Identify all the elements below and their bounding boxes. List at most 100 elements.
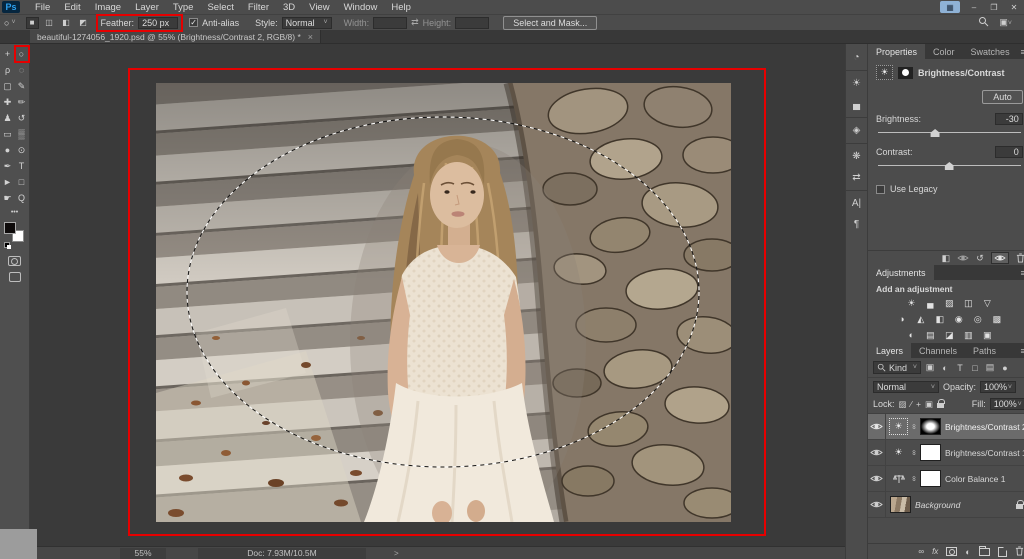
adj-levels-icon[interactable]: ▄ [924, 297, 937, 309]
adj-invert-icon[interactable]: ◐ [905, 329, 918, 341]
lock-all-icon[interactable] [937, 403, 944, 408]
adj-threshold-icon[interactable]: ◪ [943, 329, 956, 341]
adj-color-lookup-icon[interactable]: ▩ [990, 313, 1003, 325]
move-tool[interactable]: + [1, 46, 15, 62]
adj-channel-mixer-icon[interactable]: ◎ [971, 313, 984, 325]
tool-preset-dropdown[interactable]: ○˅ [4, 18, 16, 28]
adj-black-white-icon[interactable]: ◧ [933, 313, 946, 325]
lasso-tool[interactable]: ρ [1, 62, 15, 78]
add-to-selection-mode-button[interactable]: ◫ [43, 17, 56, 29]
layer-style-fx-icon[interactable]: fx [932, 547, 938, 556]
lock-artboard-icon[interactable]: ▣ [925, 399, 933, 410]
filter-toggle-icon[interactable]: ● [999, 363, 1011, 373]
restore-button[interactable]: ❐ [984, 0, 1004, 14]
brush-tool[interactable]: ✏ [15, 94, 29, 110]
adjustments-panel-icon[interactable]: ☀ [846, 73, 867, 94]
clone-stamp-tool[interactable]: ♟ [1, 110, 15, 126]
adj-hue-saturation-icon[interactable]: ◑ [895, 313, 908, 325]
new-adjustment-layer-icon[interactable]: ◐ [965, 547, 970, 557]
search-icon[interactable] [978, 16, 989, 29]
anti-alias-checkbox[interactable] [189, 18, 198, 27]
delete-adjustment-trash-icon[interactable] [1016, 253, 1024, 263]
dodge-tool[interactable]: ⊙ [15, 142, 29, 158]
panel-menu-icon[interactable]: ≡ [1020, 265, 1024, 280]
quick-selection-tool[interactable]: ◌ [15, 62, 29, 78]
use-legacy-checkbox[interactable] [876, 185, 885, 194]
tab-paths[interactable]: Paths [965, 343, 1004, 358]
layer-mask-thumbnail[interactable] [920, 418, 941, 435]
layer-name[interactable]: Brightness/Contrast 1 [945, 448, 1024, 458]
panel-menu-icon[interactable]: ≡ [1020, 44, 1024, 59]
screen-mode-button[interactable] [9, 272, 21, 282]
menu-edit[interactable]: Edit [57, 2, 87, 13]
tab-adjustments[interactable]: Adjustments [868, 265, 934, 280]
blur-tool[interactable]: ● [1, 142, 15, 158]
new-selection-mode-button[interactable]: ■ [26, 17, 39, 29]
adj-posterize-icon[interactable]: ▤ [924, 329, 937, 341]
layer-row-background[interactable]: Background [868, 492, 1024, 518]
layer-row-brightness-contrast-2[interactable]: ☀ ∞ Brightness/Contrast 2 [868, 414, 1024, 440]
adj-gradient-map-icon[interactable]: ▥ [962, 329, 975, 341]
adj-selective-color-icon[interactable]: ▣ [981, 329, 994, 341]
tab-layers[interactable]: Layers [868, 343, 911, 358]
filter-adjustment-layers-icon[interactable]: ◐ [939, 363, 951, 373]
elliptical-marquee-tool[interactable]: ○ [15, 46, 29, 62]
workspace-switcher-icon[interactable]: ▣˅ [999, 17, 1012, 28]
brightness-contrast-layer-icon[interactable]: ☀ [890, 419, 907, 434]
previous-state-icon[interactable] [957, 254, 969, 262]
menu-view[interactable]: View [302, 2, 336, 13]
add-layer-mask-icon[interactable] [946, 547, 957, 556]
layer-visibility-eye-icon[interactable] [868, 466, 886, 491]
zoom-level-field[interactable]: 55% [120, 548, 166, 559]
filter-type-layers-icon[interactable]: T [954, 363, 966, 373]
panel-menu-icon[interactable]: ≡ [1020, 343, 1024, 358]
lock-transparency-icon[interactable]: ▨ [899, 399, 907, 410]
glyphs-panel-icon[interactable]: ❋ [846, 146, 867, 167]
layer-row-brightness-contrast-1[interactable]: ☀ ∞ Brightness/Contrast 1 [868, 440, 1024, 466]
fill-input[interactable]: 100%˅ [990, 398, 1024, 410]
status-options-chevron-icon[interactable]: > [394, 549, 399, 558]
canvas-area[interactable] [30, 44, 845, 546]
crop-tool[interactable]: ▢ [1, 78, 15, 94]
menu-type[interactable]: Type [166, 2, 201, 13]
quick-mask-mode-button[interactable] [8, 256, 21, 266]
link-layers-icon[interactable]: ∞ [918, 547, 924, 556]
layer-mask-thumbnail[interactable] [920, 470, 941, 487]
close-button[interactable]: ✕ [1004, 0, 1024, 14]
auto-button[interactable]: Auto [982, 90, 1023, 104]
zoom-tool[interactable]: Q [15, 190, 29, 206]
style-select[interactable]: Normal˅ [282, 17, 332, 29]
reset-adjustment-icon[interactable]: ↺ [976, 253, 984, 264]
styles-panel-icon[interactable]: ▄ [846, 94, 867, 115]
select-and-mask-button[interactable]: Select and Mask... [503, 16, 597, 30]
contrast-value[interactable]: 0 [995, 146, 1023, 158]
hand-tool[interactable]: ☛ [1, 190, 15, 206]
layer-name[interactable]: Background [915, 500, 1012, 510]
opacity-input[interactable]: 100%˅ [980, 381, 1016, 393]
mask-link-icon[interactable]: ∞ [910, 424, 917, 429]
feather-input[interactable]: 250 px [138, 17, 178, 29]
blend-mode-select[interactable]: Normal˅ [873, 381, 939, 393]
character-panel-icon[interactable]: A| [846, 193, 867, 214]
toggle-visibility-eye-icon[interactable] [991, 252, 1009, 264]
default-colors-icon[interactable] [4, 242, 10, 248]
layer-row-color-balance-1[interactable]: ∞ Color Balance 1 [868, 466, 1024, 492]
edit-toolbar-icon[interactable]: ••• [11, 209, 18, 216]
layer-mask-thumbnail[interactable] [920, 444, 941, 461]
lock-pixels-icon[interactable]: ∕ [911, 399, 912, 409]
filter-smart-objects-icon[interactable]: ▤ [984, 362, 996, 373]
adj-brightness-contrast-icon[interactable]: ☀ [905, 297, 918, 309]
adj-photo-filter-icon[interactable]: ◉ [952, 313, 965, 325]
delete-layer-trash-icon[interactable] [1015, 546, 1024, 558]
tab-properties[interactable]: Properties [868, 44, 925, 59]
gradient-tool[interactable]: ▒ [15, 126, 29, 142]
new-group-icon[interactable] [979, 548, 990, 556]
menu-select[interactable]: Select [200, 2, 240, 13]
layer-name[interactable]: Color Balance 1 [945, 474, 1024, 484]
type-tool[interactable]: T [15, 158, 29, 174]
menu-image[interactable]: Image [88, 2, 128, 13]
clip-to-layer-icon[interactable]: ◧ [942, 253, 951, 264]
lock-position-icon[interactable]: + [916, 399, 921, 409]
workspace-layout-button[interactable]: ▦ [940, 1, 960, 13]
tab-channels[interactable]: Channels [911, 343, 965, 358]
